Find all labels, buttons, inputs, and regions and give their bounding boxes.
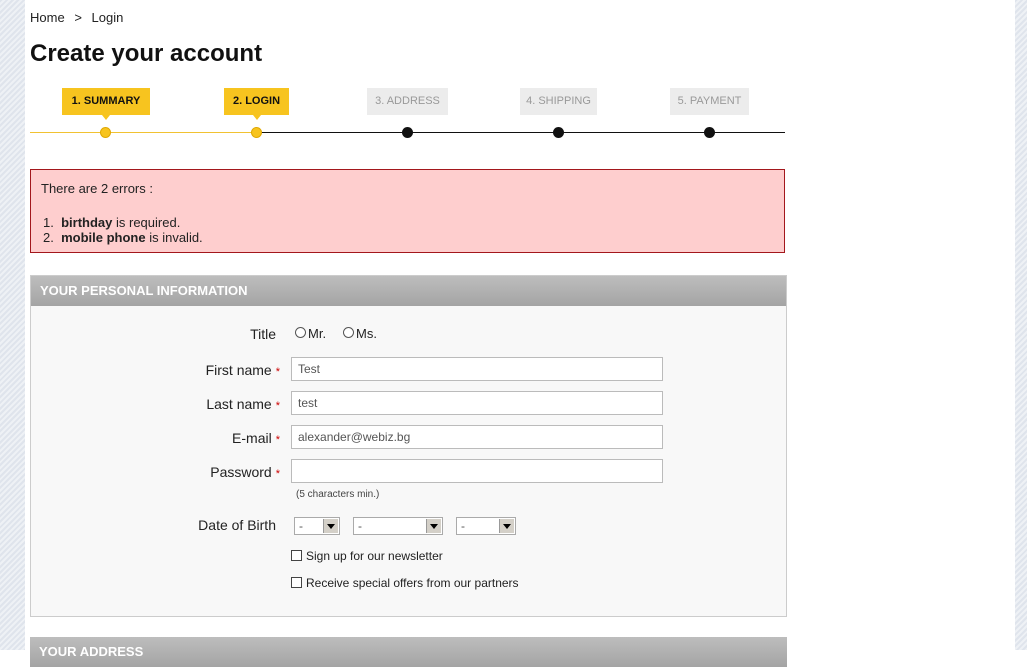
first-name-label: First name *	[100, 362, 280, 378]
section-header: YOUR PERSONAL INFORMATION	[31, 276, 786, 306]
optin-label: Receive special offers from our partners	[306, 576, 519, 590]
email-label: E-mail *	[100, 430, 280, 446]
first-name-input[interactable]	[291, 357, 663, 381]
dob-year-value: -	[461, 519, 465, 533]
last-name-label: Last name *	[100, 396, 280, 412]
error-title: There are 2 errors :	[41, 181, 153, 196]
breadcrumb-separator: >	[74, 10, 82, 25]
step-dot-payment	[704, 127, 715, 138]
radio-ms[interactable]	[343, 327, 354, 338]
dob-year-select[interactable]: -	[456, 517, 516, 535]
newsletter-label: Sign up for our newsletter	[306, 549, 443, 563]
newsletter-option[interactable]: Sign up for our newsletter	[291, 549, 443, 563]
address-section-header: YOUR ADDRESS	[30, 637, 787, 667]
error-item: 1. birthday is required.	[43, 215, 203, 230]
dob-month-select[interactable]: -	[353, 517, 443, 535]
step-dot-login	[251, 127, 262, 138]
dob-day-select[interactable]: -	[294, 517, 340, 535]
radio-ms-label: Ms.	[356, 326, 377, 341]
order-steps: 1. SUMMARY 2. LOGIN 3. ADDRESS 4. SHIPPI…	[30, 86, 787, 146]
dob-day-value: -	[299, 519, 303, 533]
password-label-text: Password	[210, 464, 272, 480]
error-field: mobile phone	[61, 230, 146, 245]
breadcrumb-current: Login	[91, 10, 124, 25]
page-title: Create your account	[30, 40, 263, 67]
step-dot-address	[402, 127, 413, 138]
required-mark: *	[275, 468, 280, 480]
email-input[interactable]	[291, 425, 663, 449]
step-payment: 5. PAYMENT	[670, 88, 749, 115]
title-mr-option[interactable]: Mr.	[295, 326, 326, 341]
chevron-down-icon[interactable]	[426, 519, 441, 533]
error-text: is invalid.	[149, 230, 203, 245]
chevron-down-icon[interactable]	[323, 519, 338, 533]
last-name-label-text: Last name	[206, 396, 272, 412]
first-name-label-text: First name	[205, 362, 272, 378]
radio-mr[interactable]	[295, 327, 306, 338]
newsletter-checkbox[interactable]	[291, 550, 302, 561]
required-mark: *	[275, 400, 280, 412]
optin-option[interactable]: Receive special offers from our partners	[291, 576, 519, 590]
optin-checkbox[interactable]	[291, 577, 302, 588]
password-label: Password *	[100, 464, 280, 480]
breadcrumb: Home > Login	[30, 10, 123, 25]
step-summary[interactable]: 1. SUMMARY	[62, 88, 150, 120]
error-item: 2. mobile phone is invalid.	[43, 230, 203, 245]
step-dot-shipping	[553, 127, 564, 138]
step-dot-summary	[100, 127, 111, 138]
required-mark: *	[275, 366, 280, 378]
step-address: 3. ADDRESS	[367, 88, 448, 115]
error-number: 2.	[43, 230, 54, 245]
step-shipping: 4. SHIPPING	[520, 88, 597, 115]
breadcrumb-home-link[interactable]: Home	[30, 10, 65, 25]
dob-month-value: -	[358, 519, 362, 533]
last-name-input[interactable]	[291, 391, 663, 415]
title-ms-option[interactable]: Ms.	[343, 326, 377, 341]
progress-line-done	[30, 132, 257, 133]
error-number: 1.	[43, 215, 54, 230]
password-hint: (5 characters min.)	[296, 489, 380, 500]
right-background	[1015, 0, 1027, 650]
title-label: Title	[250, 326, 276, 342]
error-text: is required.	[116, 215, 181, 230]
left-background	[0, 0, 25, 650]
required-mark: *	[275, 434, 280, 446]
radio-mr-label: Mr.	[308, 326, 327, 341]
error-field: birthday	[61, 215, 113, 230]
error-message-box: There are 2 errors : 1. birthday is requ…	[30, 169, 785, 253]
password-input[interactable]	[291, 459, 663, 483]
dob-label: Date of Birth	[198, 517, 276, 533]
step-login[interactable]: 2. LOGIN	[224, 88, 289, 120]
chevron-down-icon[interactable]	[499, 519, 514, 533]
email-label-text: E-mail	[232, 430, 272, 446]
